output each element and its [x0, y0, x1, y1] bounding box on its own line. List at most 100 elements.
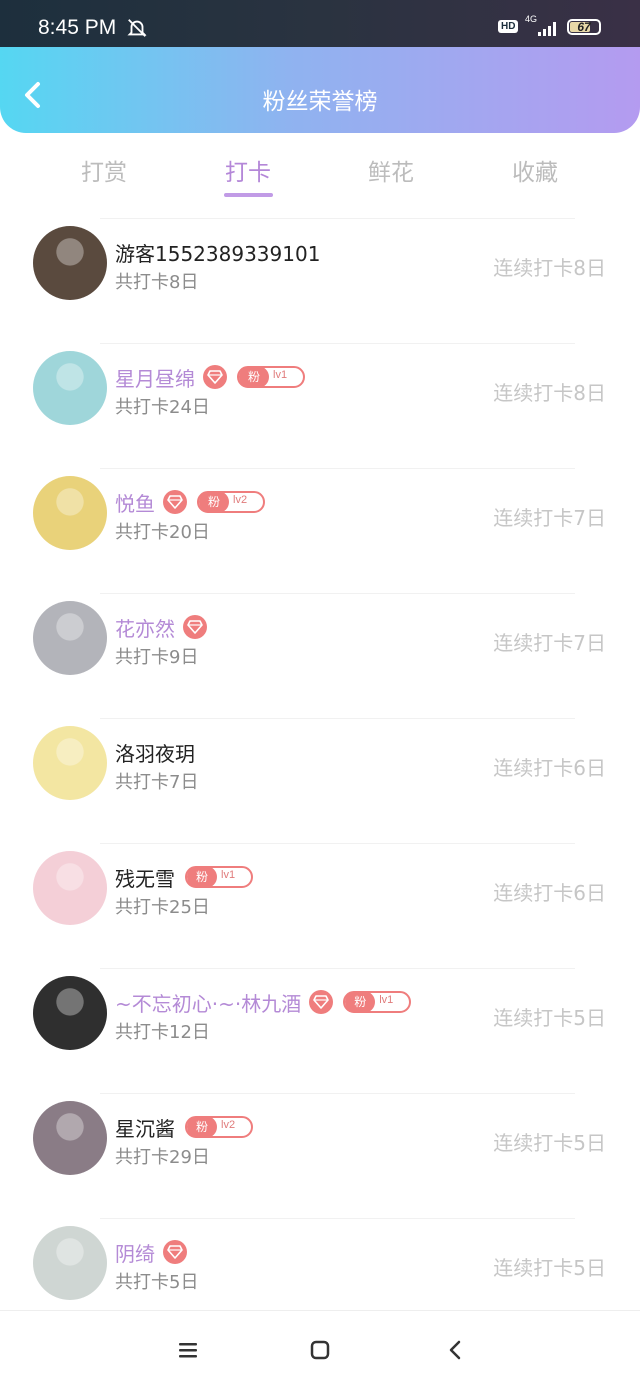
list-item[interactable]: ~不忘初心·~·林九酒 粉 lv1 共打卡12日 连续打卡5日	[0, 968, 640, 1093]
avatar[interactable]	[33, 726, 107, 800]
hd-badge: HD	[498, 20, 519, 33]
user-name[interactable]: ~不忘初心·~·林九酒	[115, 988, 301, 1017]
tab-flowers[interactable]: 鲜花	[346, 153, 436, 187]
diamond-icon	[163, 490, 187, 514]
avatar[interactable]	[33, 1101, 107, 1175]
user-name[interactable]: 花亦然	[115, 613, 175, 642]
page-title: 粉丝荣誉榜	[262, 89, 378, 115]
tab-checkin[interactable]: 打卡	[203, 153, 293, 187]
fan-level-badge: 粉 lv2	[185, 1116, 253, 1138]
fan-level: lv2	[233, 494, 248, 506]
list-item[interactable]: 残无雪粉 lv1 共打卡25日 连续打卡6日	[0, 843, 640, 968]
row-divider	[100, 718, 575, 719]
active-tab-indicator	[224, 193, 273, 197]
checkin-streak: 连续打卡5日	[493, 1006, 606, 1030]
diamond-icon	[163, 1240, 187, 1264]
back-icon[interactable]	[444, 1339, 466, 1361]
row-divider	[100, 343, 575, 344]
menu-icon[interactable]	[177, 1339, 199, 1361]
user-name[interactable]: 星沉酱	[115, 1113, 175, 1142]
name-line: 星沉酱粉 lv2	[115, 1113, 253, 1141]
fan-level: lv2	[221, 1119, 236, 1131]
list-item[interactable]: 悦鱼 粉 lv2 共打卡20日 连续打卡7日	[0, 468, 640, 593]
name-line: ~不忘初心·~·林九酒 粉 lv1	[115, 988, 412, 1017]
total-checkins: 共打卡5日	[115, 1272, 199, 1293]
row-divider	[100, 593, 575, 594]
diamond-icon	[203, 365, 227, 389]
row-divider	[100, 843, 575, 844]
avatar[interactable]	[33, 1226, 107, 1300]
checkin-streak: 连续打卡7日	[493, 506, 606, 530]
row-divider	[100, 218, 575, 219]
fan-tag: 粉	[239, 366, 269, 388]
user-name[interactable]: 游客1552389339101	[115, 238, 320, 267]
fan-level: lv1	[379, 994, 394, 1006]
checkin-streak: 连续打卡5日	[493, 1256, 606, 1280]
avatar[interactable]	[33, 851, 107, 925]
name-line: 阴绮	[115, 1238, 187, 1266]
checkin-streak: 连续打卡8日	[493, 256, 606, 280]
avatar[interactable]	[33, 226, 107, 300]
name-line: 洛羽夜玥	[115, 738, 195, 766]
fan-tag: 粉	[187, 866, 217, 888]
tab-bar: 打赏 打卡 鲜花 收藏	[0, 133, 640, 203]
checkin-streak: 连续打卡6日	[493, 756, 606, 780]
total-checkins: 共打卡29日	[115, 1147, 210, 1168]
tab-reward[interactable]: 打赏	[59, 153, 149, 187]
total-checkins: 共打卡9日	[115, 647, 199, 668]
avatar[interactable]	[33, 476, 107, 550]
user-name[interactable]: 星月昼绵	[115, 363, 195, 392]
status-time: 8:45 PM	[38, 16, 117, 39]
total-checkins: 共打卡7日	[115, 772, 199, 793]
row-divider	[100, 468, 575, 469]
checkin-streak: 连续打卡6日	[493, 881, 606, 905]
diamond-icon	[309, 990, 334, 1014]
signal-icon	[538, 22, 556, 36]
status-bar: 8:45 PM HD 4G 67	[0, 0, 640, 47]
checkin-streak: 连续打卡7日	[493, 631, 606, 655]
row-divider	[100, 968, 575, 969]
avatar[interactable]	[33, 976, 107, 1050]
fan-level-badge: 粉 lv1	[185, 866, 253, 888]
checkin-streak: 连续打卡5日	[493, 1131, 606, 1155]
total-checkins: 共打卡12日	[115, 1022, 210, 1043]
total-checkins: 共打卡25日	[115, 897, 210, 918]
diamond-icon	[183, 615, 207, 639]
user-name[interactable]: 残无雪	[115, 863, 175, 892]
avatar[interactable]	[33, 601, 107, 675]
name-line: 星月昼绵 粉 lv1	[115, 363, 305, 391]
fan-level-badge: 粉 lv2	[197, 491, 265, 513]
fan-level: lv1	[273, 369, 288, 381]
fan-tag: 粉	[199, 491, 229, 513]
row-divider	[100, 1218, 575, 1219]
list-item[interactable]: 花亦然共打卡9日 连续打卡7日	[0, 593, 640, 718]
fan-tag: 粉	[187, 1116, 217, 1138]
home-icon[interactable]	[309, 1339, 331, 1361]
name-line: 残无雪粉 lv1	[115, 863, 253, 891]
list-item[interactable]: 星沉酱粉 lv2 共打卡29日 连续打卡5日	[0, 1093, 640, 1218]
name-line: 游客1552389339101	[115, 238, 320, 266]
user-name[interactable]: 悦鱼	[115, 488, 155, 517]
fan-level-badge: 粉 lv1	[343, 991, 412, 1013]
battery-level: 67	[577, 20, 591, 34]
fan-tag: 粉	[345, 991, 376, 1013]
row-divider	[100, 1093, 575, 1094]
avatar[interactable]	[33, 351, 107, 425]
total-checkins: 共打卡24日	[115, 397, 210, 418]
user-name[interactable]: 阴绮	[115, 1238, 155, 1267]
checkin-streak: 连续打卡8日	[493, 381, 606, 405]
total-checkins: 共打卡20日	[115, 522, 210, 543]
notifications-muted-icon	[127, 19, 147, 37]
system-nav-bar	[0, 1310, 640, 1388]
list-item[interactable]: 游客1552389339101 共打卡8日 连续打卡8日	[0, 218, 640, 343]
battery-icon: 67	[567, 19, 601, 35]
name-line: 花亦然	[115, 613, 207, 641]
total-checkins: 共打卡8日	[115, 272, 199, 293]
fan-level: lv1	[221, 869, 236, 881]
user-name[interactable]: 洛羽夜玥	[115, 738, 195, 767]
tab-favorites[interactable]: 收藏	[490, 153, 580, 187]
list-item[interactable]: 星月昼绵 粉 lv1 共打卡24日 连续打卡8日	[0, 343, 640, 468]
list-item[interactable]: 洛羽夜玥共打卡7日 连续打卡6日	[0, 718, 640, 843]
header-bar: 8:45 PM HD 4G 67 粉丝荣誉榜	[0, 0, 640, 133]
name-line: 悦鱼 粉 lv2	[115, 488, 265, 516]
